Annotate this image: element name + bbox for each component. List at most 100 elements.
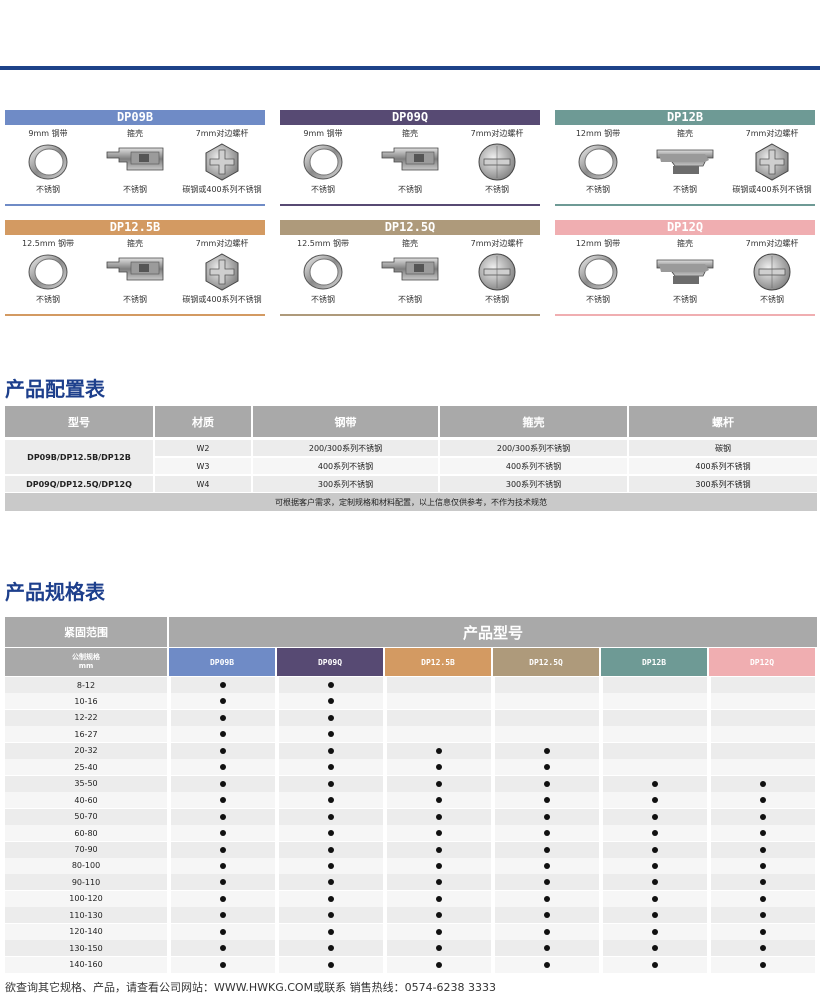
availability-dot-icon: [220, 895, 226, 902]
spec-availability-cell: [385, 940, 491, 957]
spec-row: 80-100: [5, 857, 817, 874]
housing-column: 箍壳 不锈钢: [92, 235, 178, 311]
spec-row: 90-110: [5, 874, 817, 891]
config-cell: 200/300系列不锈钢: [253, 440, 440, 456]
spec-availability-cell: [277, 677, 383, 693]
spec-row: 60-80: [5, 825, 817, 842]
spec-row: 110-130: [5, 907, 817, 924]
spec-availability-cell: [709, 923, 815, 940]
spec-availability-cell: [169, 808, 275, 825]
card-model-header: DP12Q: [555, 220, 815, 235]
config-cell: W4: [155, 476, 253, 492]
spec-availability-cell: [169, 890, 275, 907]
housing-material: 不锈钢: [673, 185, 697, 194]
availability-dot-icon: [760, 879, 766, 886]
spec-availability-cell: [277, 956, 383, 973]
spec-availability-cell: [493, 709, 599, 726]
spec-row: 12-22: [5, 709, 817, 726]
card-model-header: DP12B: [555, 110, 815, 125]
spec-availability-cell: [169, 841, 275, 858]
band-column: 12mm 钢带 不锈钢: [555, 125, 641, 201]
spec-availability-cell: [601, 874, 707, 891]
spec-availability-cell: [385, 726, 491, 743]
availability-dot-icon: [760, 928, 766, 935]
availability-dot-icon: [220, 714, 226, 721]
availability-dot-icon: [544, 895, 550, 902]
availability-dot-icon: [436, 961, 442, 968]
spec-range-cell: 8-12: [5, 677, 167, 693]
spec-availability-cell: [493, 825, 599, 842]
config-header-housing: 箍壳: [440, 406, 629, 437]
config-header-band: 钢带: [253, 406, 440, 437]
spec-availability-cell: [601, 775, 707, 792]
availability-dot-icon: [328, 813, 334, 820]
spec-availability-cell: [709, 759, 815, 776]
screw-column: 7mm对边螺杆 不锈钢: [729, 235, 815, 311]
screw-column: 7mm对边螺杆 不锈钢: [454, 125, 540, 201]
spec-availability-cell: [601, 808, 707, 825]
band-label: 9mm 钢带: [303, 129, 343, 138]
availability-dot-icon: [328, 846, 334, 853]
product-card: DP12Q 12mm 钢带 不锈钢 箍壳 不锈钢 7mm对边螺杆 不锈钢: [555, 220, 815, 316]
availability-dot-icon: [328, 797, 334, 804]
spec-model-col-header: DP12Q: [709, 648, 815, 676]
availability-dot-icon: [760, 830, 766, 837]
housing-label: 箍壳: [127, 129, 143, 138]
spec-availability-cell: [709, 742, 815, 759]
spec-range-cell: 60-80: [5, 825, 167, 842]
config-cell: 300系列不锈钢: [695, 479, 751, 489]
availability-dot-icon: [220, 928, 226, 935]
spec-availability-cell: [709, 940, 815, 957]
screw-column: 7mm对边螺杆 不锈钢: [454, 235, 540, 311]
availability-dot-icon: [652, 961, 658, 968]
availability-dot-icon: [328, 682, 334, 688]
screw-icon: [454, 140, 540, 184]
availability-dot-icon: [544, 879, 550, 886]
band-column: 9mm 钢带 不锈钢: [280, 125, 366, 201]
availability-dot-icon: [220, 961, 226, 968]
spec-availability-cell: [385, 857, 491, 874]
spec-row: 120-140: [5, 923, 817, 940]
availability-dot-icon: [760, 846, 766, 853]
availability-dot-icon: [220, 862, 226, 869]
band-material: 不锈钢: [36, 185, 60, 194]
spec-availability-cell: [709, 808, 815, 825]
housing-material: 不锈钢: [398, 185, 422, 194]
band-label: 12mm 钢带: [575, 239, 621, 248]
spec-availability-cell: [385, 709, 491, 726]
band-material: 不锈钢: [311, 185, 335, 194]
availability-dot-icon: [652, 895, 658, 902]
availability-dot-icon: [328, 747, 334, 754]
spec-availability-cell: [601, 825, 707, 842]
spec-range-cell: 80-100: [5, 857, 167, 874]
band-material: 不锈钢: [36, 295, 60, 304]
availability-dot-icon: [220, 797, 226, 804]
card-bottom-rule: [555, 314, 815, 316]
availability-dot-icon: [652, 780, 658, 787]
spec-availability-cell: [493, 726, 599, 743]
availability-dot-icon: [328, 714, 334, 721]
screw-icon: [454, 250, 540, 294]
product-card: DP12B 12mm 钢带 不锈钢 箍壳 不锈钢 7mm对边螺杆 碳钢或400系列不锈钢: [555, 110, 815, 206]
screw-label: 7mm对边螺杆: [195, 239, 249, 248]
availability-dot-icon: [760, 945, 766, 952]
screw-material: 碳钢或400系列不锈钢: [732, 185, 812, 194]
availability-dot-icon: [652, 879, 658, 886]
availability-dot-icon: [328, 780, 334, 787]
card-bottom-rule: [5, 204, 265, 206]
screw-column: 7mm对边螺杆碳钢或400系列不锈钢: [179, 235, 265, 311]
card-bottom-rule: [5, 314, 265, 316]
spec-row: 25-40: [5, 759, 817, 776]
availability-dot-icon: [436, 862, 442, 869]
spec-availability-cell: [169, 792, 275, 809]
spec-row: 70-90: [5, 841, 817, 858]
spec-range-sub2: mm: [78, 662, 94, 670]
product-card: DP12.5Q 12.5mm 钢带 不锈钢 箍壳 不锈钢 7mm对边螺杆 不锈钢: [280, 220, 540, 316]
housing-column: 箍壳 不锈钢: [642, 235, 728, 311]
spec-availability-cell: [277, 825, 383, 842]
spec-availability-cell: [277, 940, 383, 957]
availability-dot-icon: [436, 764, 442, 771]
availability-dot-icon: [220, 912, 226, 919]
spec-availability-cell: [601, 940, 707, 957]
screw-material: 碳钢或400系列不锈钢: [182, 295, 262, 304]
